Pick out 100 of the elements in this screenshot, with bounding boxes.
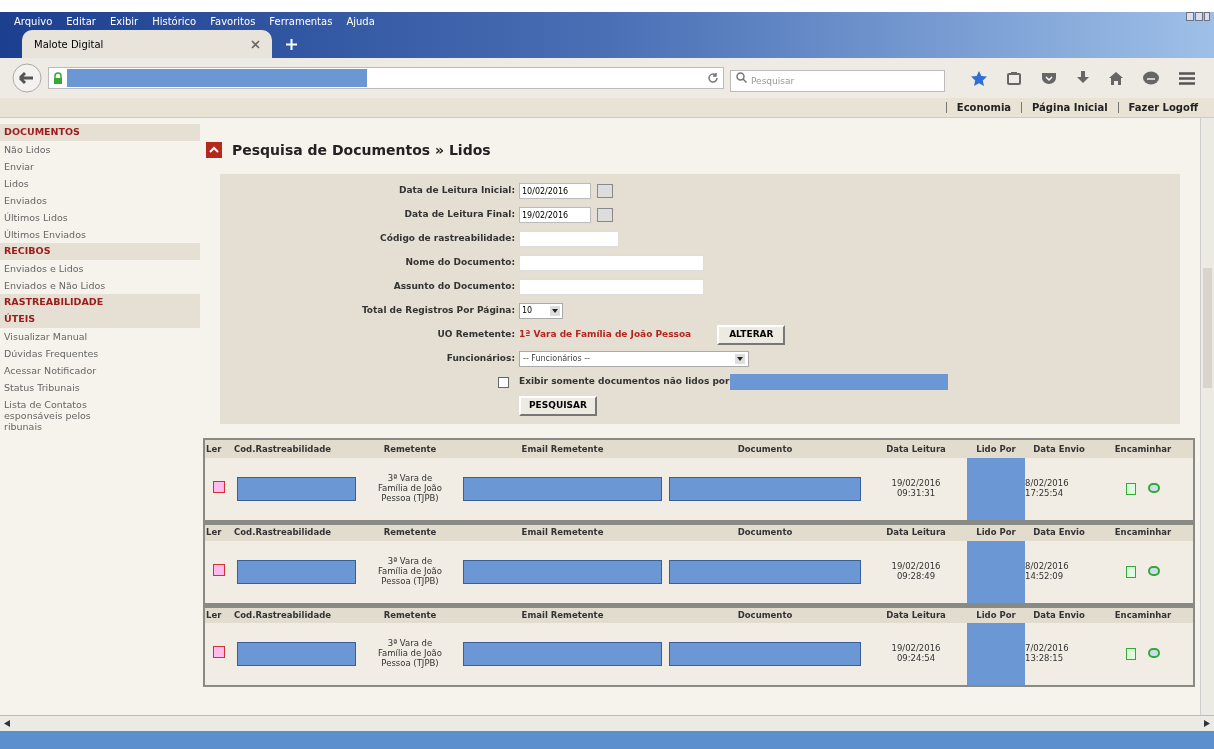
date-field[interactable]: 10/02/2016 <box>519 183 591 199</box>
column-header: Ler <box>205 605 233 623</box>
menu-item[interactable]: Exibir <box>109 14 139 29</box>
column-header: Encaminhar <box>1093 522 1193 541</box>
back-icon[interactable] <box>12 63 42 93</box>
menu-item[interactable]: Ajuda <box>346 14 375 29</box>
sidebar-section-header: ÚTEIS <box>0 311 200 328</box>
header-link[interactable]: Fazer Logoff <box>1128 100 1198 115</box>
table-cell: 3ª Vara de Família de João Pessoa (TJPB) <box>377 638 443 669</box>
column-header: Data Leitura <box>865 440 967 458</box>
field-label: Código de rastreabilidade: <box>379 232 515 246</box>
sidebar-item[interactable]: Dúvidas Frequentes <box>0 345 200 362</box>
field-label: UO Remetente: <box>436 328 515 342</box>
table-cell-text: 7/02/2016 13:28:15 <box>1025 643 1070 664</box>
menu-item[interactable]: Ferramentas <box>269 14 333 29</box>
lock-icon <box>53 72 63 84</box>
field-label: Data de Leitura Inicial: <box>397 184 515 198</box>
header-link[interactable]: Economia <box>956 100 1012 115</box>
field-label: Funcionários: <box>445 352 515 366</box>
sidebar-item[interactable]: Visualizar Manual <box>0 328 200 345</box>
reload-icon[interactable] <box>707 72 719 84</box>
column-header: Lido Por <box>967 605 1025 623</box>
search-icon <box>736 72 747 83</box>
chat-icon[interactable] <box>1143 71 1159 85</box>
sidebar-item[interactable]: Últimos Lidos <box>0 209 200 226</box>
sidebar-item[interactable]: Lidos <box>0 175 200 192</box>
menu-item[interactable]: Favoritos <box>210 14 256 29</box>
horizontal-scrollbar[interactable] <box>0 715 1214 731</box>
search-button[interactable]: PESQUISAR <box>519 396 597 416</box>
menu-item[interactable]: Arquivo <box>14 14 53 29</box>
dropdown-arrow-icon <box>735 354 745 364</box>
pocket-icon[interactable] <box>1041 71 1057 85</box>
sidebar-item[interactable]: Enviados <box>0 192 200 209</box>
sidebar-item[interactable]: Enviados e Lidos <box>0 260 200 277</box>
column-header: Data Envio <box>1025 440 1093 458</box>
table-cell-text: 19/02/2016 09:31:31 <box>890 478 942 499</box>
header-link[interactable]: Página Inicial <box>1032 100 1108 115</box>
column-header: Ler <box>205 522 233 541</box>
vertical-scrollbar[interactable] <box>1200 118 1214 715</box>
clipboard-icon[interactable] <box>1007 71 1021 85</box>
column-header: Data Envio <box>1025 522 1093 541</box>
column-header: Remetente <box>360 522 460 541</box>
date-field[interactable]: 19/02/2016 <box>519 207 591 223</box>
column-header: Documento <box>665 440 865 458</box>
table-cell-text: 19/02/2016 09:24:54 <box>890 643 942 664</box>
sidebar-item[interactable]: Enviados e Não Lidos <box>0 277 200 294</box>
table-cell-text: 8/02/2016 14:52:09 <box>1025 560 1070 581</box>
dropdown-arrow-icon <box>550 306 560 316</box>
column-header: Data Envio <box>1025 605 1093 623</box>
download-icon[interactable] <box>1077 71 1089 85</box>
bookmark-star-icon[interactable] <box>971 70 987 86</box>
column-header: Data Leitura <box>865 605 967 623</box>
page-title: Pesquisa de Documentos » Lidos <box>232 140 491 160</box>
column-header: Encaminhar <box>1093 440 1193 458</box>
column-header: Cod.Rastreabilidade <box>233 605 360 623</box>
menu-item[interactable]: Editar <box>66 14 96 29</box>
sidebar-section-header: DOCUMENTOS <box>0 124 200 141</box>
column-header: Email Remetente <box>460 605 665 623</box>
menu-item[interactable]: Histórico <box>152 14 197 29</box>
search-field[interactable]: Pesquisar <box>730 70 945 92</box>
redaction-block <box>967 458 1025 520</box>
browser-tab[interactable]: Malote Digital <box>22 30 272 58</box>
pdf-icon[interactable] <box>213 481 225 494</box>
sidebar-item[interactable]: Lista de Contatos esponsáveis pelos ribunais <box>0 396 200 435</box>
change-button[interactable]: ALTERAR <box>717 325 786 345</box>
menu-icon[interactable] <box>1179 71 1195 85</box>
sidebar-item[interactable]: Últimos Enviados <box>0 226 200 243</box>
input-field[interactable] <box>519 231 619 247</box>
scroll-left-icon[interactable] <box>4 720 10 727</box>
redaction-block <box>967 623 1025 685</box>
table-cell-text: 19/02/2016 09:28:49 <box>890 560 942 581</box>
page-size-select[interactable]: 10 <box>519 303 563 319</box>
scroll-right-icon[interactable] <box>1204 720 1210 727</box>
address-bar[interactable] <box>48 67 724 89</box>
column-header: Encaminhar <box>1093 605 1193 623</box>
sidebar-item[interactable]: Acessar Notificador <box>0 362 200 379</box>
employee-select[interactable]: -- Funcionários -- <box>519 351 749 367</box>
sidebar-item[interactable]: Status Tribunais <box>0 379 200 396</box>
input-field[interactable] <box>519 279 704 295</box>
column-header: Ler <box>205 440 233 458</box>
tab-title: Malote Digital <box>34 37 104 52</box>
sidebar-section-header: RECIBOS <box>0 243 200 260</box>
column-header: Email Remetente <box>460 522 665 541</box>
field-label: Data de Leitura Final: <box>403 208 515 222</box>
column-header: Remetente <box>360 605 460 623</box>
table-cell: 3ª Vara de Família de João Pessoa (TJPB) <box>377 473 443 504</box>
sidebar-item[interactable]: Não Lidos <box>0 141 200 158</box>
pdf-icon[interactable] <box>213 646 225 659</box>
table-cell-text: 8/02/2016 17:25:54 <box>1025 478 1070 499</box>
home-icon[interactable] <box>1109 71 1123 85</box>
pdf-icon[interactable] <box>213 563 225 576</box>
input-field[interactable] <box>519 255 704 271</box>
checkbox[interactable] <box>498 376 509 388</box>
new-tab-icon[interactable] <box>286 39 297 50</box>
field-label: Total de Registros Por Página: <box>360 304 515 318</box>
sender-unit-value: 1ª Vara de Família de João Pessoa <box>519 328 692 342</box>
sidebar-item[interactable]: Enviar <box>0 158 200 175</box>
column-header: Cod.Rastreabilidade <box>233 522 360 541</box>
column-header: Documento <box>665 605 865 623</box>
column-header: Lido Por <box>967 522 1025 541</box>
